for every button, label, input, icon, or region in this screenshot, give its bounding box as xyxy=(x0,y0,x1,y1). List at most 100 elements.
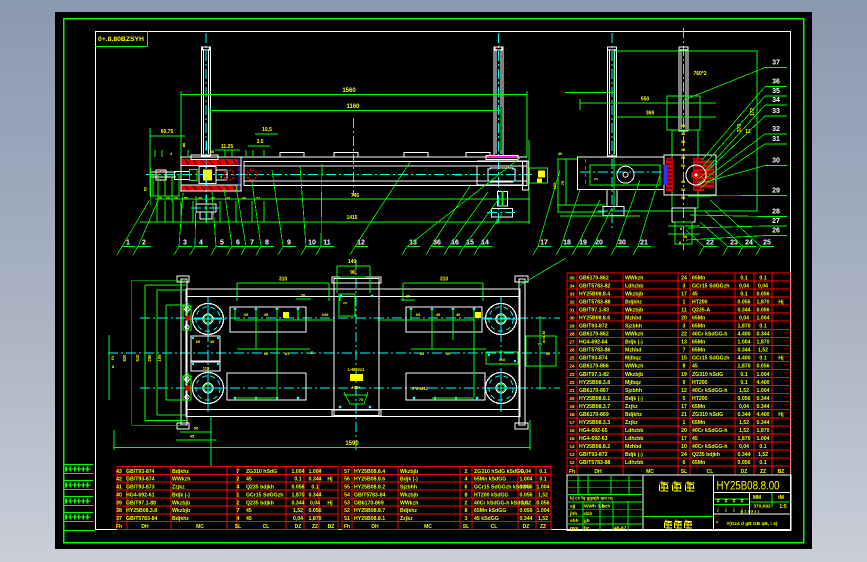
svg-text:Mjlbqz: Mjlbqz xyxy=(625,380,642,386)
svg-text:35: 35 xyxy=(569,275,575,280)
svg-text:8: 8 xyxy=(465,492,468,498)
svg-text:20: 20 xyxy=(681,315,687,321)
svg-text:1560: 1560 xyxy=(342,88,356,94)
svg-text:51: 51 xyxy=(344,516,350,522)
svg-text:L-M10x1: L-M10x1 xyxy=(348,367,365,372)
svg-text:0.344: 0.344 xyxy=(520,516,533,522)
svg-text:GB6170-869: GB6170-869 xyxy=(354,500,384,506)
svg-text:#: # xyxy=(732,499,735,505)
svg-text:0.1: 0.1 xyxy=(740,291,747,297)
svg-text:34: 34 xyxy=(772,97,780,104)
svg-text:1.004: 1.004 xyxy=(757,388,770,394)
svg-text:17: 17 xyxy=(569,420,575,425)
svg-text:1,870: 1,870 xyxy=(757,428,770,434)
svg-text:Bdjk (-): Bdjk (-) xyxy=(625,396,643,402)
svg-text:0.1: 0.1 xyxy=(539,469,546,475)
svg-text:GB/T93-872: GB/T93-872 xyxy=(579,452,608,458)
svg-text:HY25B08.3.3: HY25B08.3.3 xyxy=(579,420,610,426)
svg-text:Q235 bdjkh: Q235 bdjkh xyxy=(246,500,274,506)
svg-text:ZZ: ZZ xyxy=(760,469,766,475)
svg-text:1,52: 1,52 xyxy=(538,492,548,498)
svg-text:GCr15 SdGGzh: GCr15 SdGGzh xyxy=(246,492,283,498)
svg-text:Fh: Fh xyxy=(344,524,350,530)
svg-text:1.004: 1.004 xyxy=(738,340,751,346)
svg-text:20: 20 xyxy=(569,396,575,401)
svg-text:dzb: dzb xyxy=(584,511,592,517)
svg-text:19: 19 xyxy=(681,372,687,378)
svg-text:45: 45 xyxy=(692,364,698,370)
svg-text:0.1: 0.1 xyxy=(759,324,766,330)
svg-text:BZ: BZ xyxy=(778,469,785,475)
svg-text:0.344: 0.344 xyxy=(757,404,770,410)
svg-text:75: 75 xyxy=(359,397,364,402)
svg-text:9: 9 xyxy=(287,240,291,247)
svg-text:18: 18 xyxy=(563,240,571,247)
svg-text:38: 38 xyxy=(116,508,122,514)
svg-text:0,04: 0,04 xyxy=(739,283,749,289)
svg-text:36: 36 xyxy=(433,240,441,247)
svg-text:1.004: 1.004 xyxy=(537,485,550,491)
svg-text:0.344: 0.344 xyxy=(738,412,751,418)
svg-text:5: 5 xyxy=(220,240,224,247)
svg-text:15: 15 xyxy=(681,356,687,362)
svg-text:SL: SL xyxy=(681,469,687,475)
svg-text:ZZ: ZZ xyxy=(540,524,546,530)
svg-text:1.004: 1.004 xyxy=(309,469,322,475)
svg-text:GB/T93-874: GB/T93-874 xyxy=(126,469,155,475)
svg-text:HY25B08.8.4: HY25B08.8.4 xyxy=(354,469,385,475)
svg-text:0,04: 0,04 xyxy=(293,516,303,522)
svg-text:140: 140 xyxy=(348,259,357,265)
svg-text:BZ: BZ xyxy=(328,524,335,530)
svg-text:HY25B08.8.1: HY25B08.8.1 xyxy=(579,396,610,402)
svg-text:65Mn: 65Mn xyxy=(692,275,705,281)
svg-text:510: 510 xyxy=(135,354,140,362)
svg-text:Bdjkhz: Bdjkhz xyxy=(400,508,417,514)
svg-text:19: 19 xyxy=(569,404,575,409)
svg-text:4.400: 4.400 xyxy=(738,332,751,338)
svg-text:0.344: 0.344 xyxy=(757,332,770,338)
svg-text:1,870: 1,870 xyxy=(757,299,770,305)
svg-text:HY25B08.8.00: HY25B08.8.00 xyxy=(717,481,780,493)
svg-text:1.004: 1.004 xyxy=(292,469,305,475)
svg-text:1:5: 1:5 xyxy=(779,504,786,510)
svg-text:j: j xyxy=(732,507,734,512)
svg-text:60,75: 60,75 xyxy=(161,129,174,135)
svg-text:6: 6 xyxy=(683,460,686,466)
svg-text:1,52: 1,52 xyxy=(293,508,303,514)
svg-text:HT200: HT200 xyxy=(692,299,708,305)
svg-text:gyy: gyy xyxy=(570,526,579,531)
svg-text:1415: 1415 xyxy=(346,215,357,221)
svg-text:50: 50 xyxy=(184,196,189,201)
svg-text:0.1: 0.1 xyxy=(740,372,747,378)
svg-text:40Cr kSdGG-h: 40Cr kSdGG-h xyxy=(692,428,727,434)
svg-text:#(Gz4 d gB GB qB, i 4): #(Gz4 d gB GB qB, i 4) xyxy=(727,521,778,527)
svg-text:28: 28 xyxy=(772,209,780,216)
svg-text:Q235-A: Q235-A xyxy=(692,307,710,313)
svg-text:65Mn: 65Mn xyxy=(692,340,705,346)
svg-text:38: 38 xyxy=(210,149,215,154)
svg-text:2: 2 xyxy=(142,240,146,247)
svg-text:7: 7 xyxy=(237,469,240,475)
svg-text:35: 35 xyxy=(772,88,780,95)
svg-text:77: 77 xyxy=(256,196,261,201)
svg-text:0.056: 0.056 xyxy=(757,291,770,297)
svg-text:65: 65 xyxy=(196,339,201,344)
svg-text:Ldhzbb: Ldhzbb xyxy=(625,428,643,434)
svg-text:HY25B08.3.7: HY25B08.3.7 xyxy=(579,404,610,410)
svg-text:MC: MC xyxy=(424,524,432,530)
svg-text:165: 165 xyxy=(552,182,557,189)
svg-text:HG4-692-65: HG4-692-65 xyxy=(579,428,608,434)
svg-text:1,52: 1,52 xyxy=(739,428,749,434)
svg-text:22: 22 xyxy=(681,332,687,338)
svg-text:65Mn: 65Mn xyxy=(692,404,705,410)
svg-text:20: 20 xyxy=(166,196,171,201)
svg-text:65Mn kSdGG: 65Mn kSdGG xyxy=(474,508,506,514)
svg-text:Hj: Hj xyxy=(778,356,784,362)
svg-text:bzh: bzh xyxy=(602,504,610,510)
svg-text:5: 5 xyxy=(683,396,686,402)
svg-text:ZG310 hSdG kSdGG: ZG310 hSdG kSdGG xyxy=(474,469,524,475)
svg-text:14: 14 xyxy=(569,444,575,449)
svg-text:31: 31 xyxy=(569,307,575,312)
svg-text:HY25B08.3.8: HY25B08.3.8 xyxy=(579,380,610,386)
svg-text:Wkzbjb: Wkzbjb xyxy=(172,508,190,514)
